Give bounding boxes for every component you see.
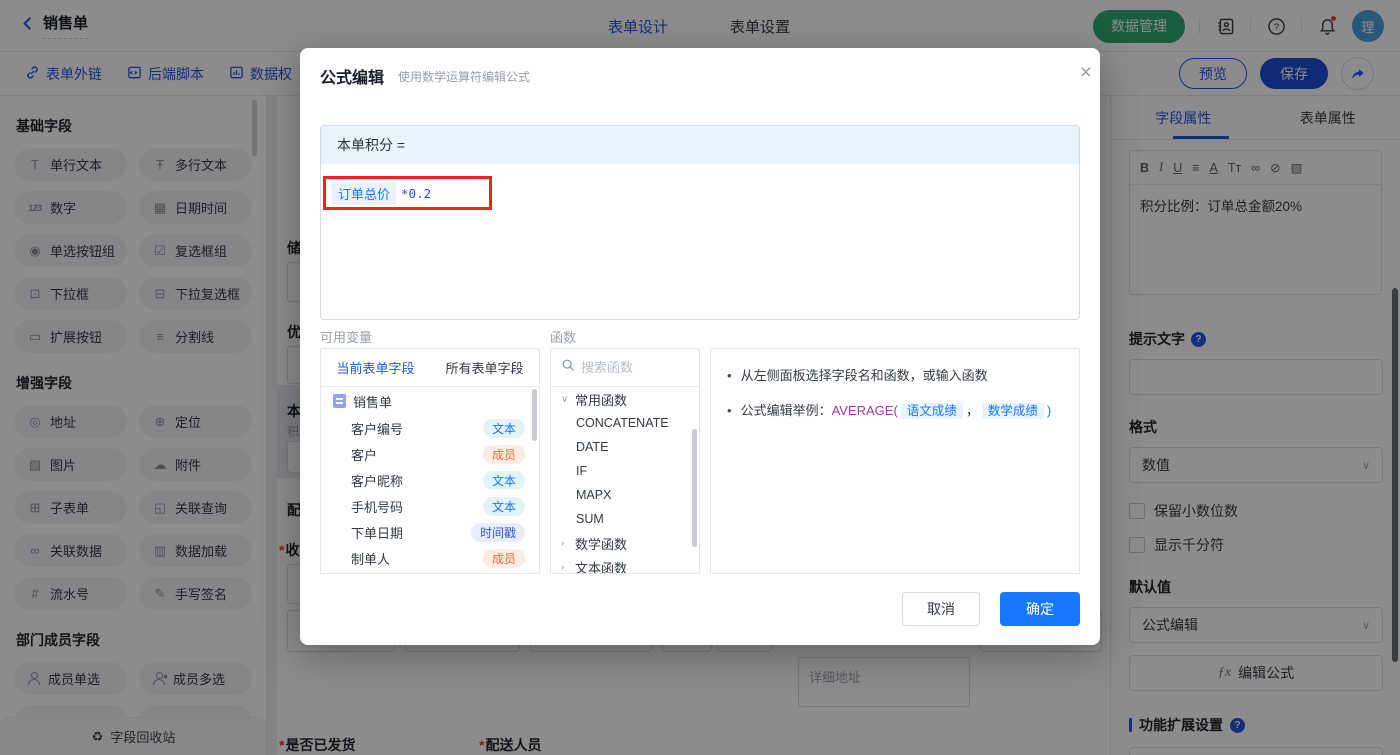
form-doc-icon [333, 394, 346, 408]
formula-help-panel: • 从左侧面板选择字段名和函数，或输入函数 • 公式编辑举例：AVERAGE(语… [710, 348, 1080, 574]
field-token[interactable]: 订单总价 [332, 181, 397, 205]
field-type-badge: 成员 [482, 548, 525, 568]
modal-header: 公式编辑 使用数学运算符编辑公式 [320, 48, 1080, 104]
variable-row[interactable]: 手机号码 文本 [321, 493, 539, 519]
function-group-common[interactable]: ∨ 常用函数 [551, 387, 699, 411]
form-tree-root[interactable]: 销售单 [321, 387, 539, 415]
function-item[interactable]: MAPX [551, 483, 699, 507]
variable-row[interactable]: 下单日期 时间戳 [321, 519, 539, 545]
cancel-button[interactable]: 取消 [902, 592, 980, 626]
field-type-badge: 文本 [482, 496, 525, 516]
function-search-input[interactable] [581, 360, 681, 375]
chevron-right-icon: › [561, 537, 565, 549]
functions-list: ∨ 常用函数 CONCATENATE DATE IF MAPX SUM › 数学函数… [551, 387, 699, 574]
variable-row[interactable]: 制单人 成员 [321, 545, 539, 571]
chevron-right-icon: › [561, 561, 565, 573]
help-tip-1: • 从左侧面板选择字段名和函数，或输入函数 [727, 368, 988, 383]
field-type-badge: 时间戳 [470, 522, 525, 542]
variables-scrollbar[interactable] [532, 389, 537, 441]
help-tip-2: • 公式编辑举例：AVERAGE(语文成绩，数学成绩) [727, 403, 1052, 420]
modal-footer: 取消 确定 [902, 592, 1080, 626]
annotation-highlight-box: 订单总价 *0.2 [323, 176, 492, 210]
formula-input-area[interactable]: 订单总价 *0.2 [321, 164, 1079, 319]
confirm-button[interactable]: 确定 [1000, 592, 1080, 626]
variable-row[interactable]: 客户编号 文本 [321, 415, 539, 441]
field-type-badge: 文本 [482, 418, 525, 438]
function-group-text[interactable]: › 文本函数 [551, 555, 699, 574]
variable-row[interactable]: 客户 成员 [321, 441, 539, 467]
function-group-math[interactable]: › 数学函数 [551, 531, 699, 555]
formula-editor: 本单积分 = 订单总价 *0.2 [320, 125, 1080, 320]
function-search [551, 349, 699, 387]
modal-subtitle: 使用数学运算符编辑公式 [398, 69, 531, 84]
functions-panel: ∨常用函数 CONCATENATE DATE IF MAPX SUM ›数学函数… [550, 348, 700, 574]
function-item[interactable]: SUM [551, 507, 699, 531]
example-field-token: 语文成绩 [900, 403, 963, 420]
variable-row[interactable]: 客户昵称 文本 [321, 467, 539, 493]
functions-scrollbar[interactable] [692, 429, 697, 547]
field-type-badge: 成员 [482, 444, 525, 464]
formula-target-label: 本单积分 = [321, 126, 1079, 164]
function-item[interactable]: CONCATENATE [551, 411, 699, 435]
example-field-token: 数学成绩 [981, 403, 1044, 420]
variable-row-clipped[interactable] [321, 571, 539, 573]
chevron-down-icon: ∨ [561, 393, 569, 405]
variables-label: 可用变量 [320, 330, 373, 345]
field-type-badge: 文本 [482, 470, 525, 490]
function-item[interactable]: IF [551, 459, 699, 483]
variables-list: 销售单 客户编号 文本 客户 成员 客户昵称 文本 手机号码 文本 下单日期 时间戳 制单… [321, 387, 539, 573]
variables-panel: 当前表单字段 所有表单字段 销售单 客户编号 文本 客户 成员 客户昵称 文本 手机号… [320, 348, 540, 574]
close-icon[interactable]: × [1080, 62, 1092, 83]
search-icon [561, 358, 575, 377]
modal-title: 公式编辑 [320, 70, 385, 87]
function-item[interactable]: DATE [551, 435, 699, 459]
tab-all-form-fields[interactable]: 所有表单字段 [430, 349, 539, 386]
app-window: 销售单 表单设计 表单设置 数据管理 ? 理 表单外链 后端脚本 数据权 预览 … [0, 0, 1400, 755]
tab-current-form-fields[interactable]: 当前表单字段 [321, 349, 430, 386]
formula-expression: *0.2 [401, 185, 432, 201]
variables-tabs: 当前表单字段 所有表单字段 [321, 349, 539, 387]
formula-edit-modal: 公式编辑 使用数学运算符编辑公式 × 本单积分 = 订单总价 *0.2 可用变量… [300, 48, 1100, 645]
function-name-example: AVERAGE( [831, 403, 898, 419]
functions-label: 函数 [550, 330, 577, 345]
